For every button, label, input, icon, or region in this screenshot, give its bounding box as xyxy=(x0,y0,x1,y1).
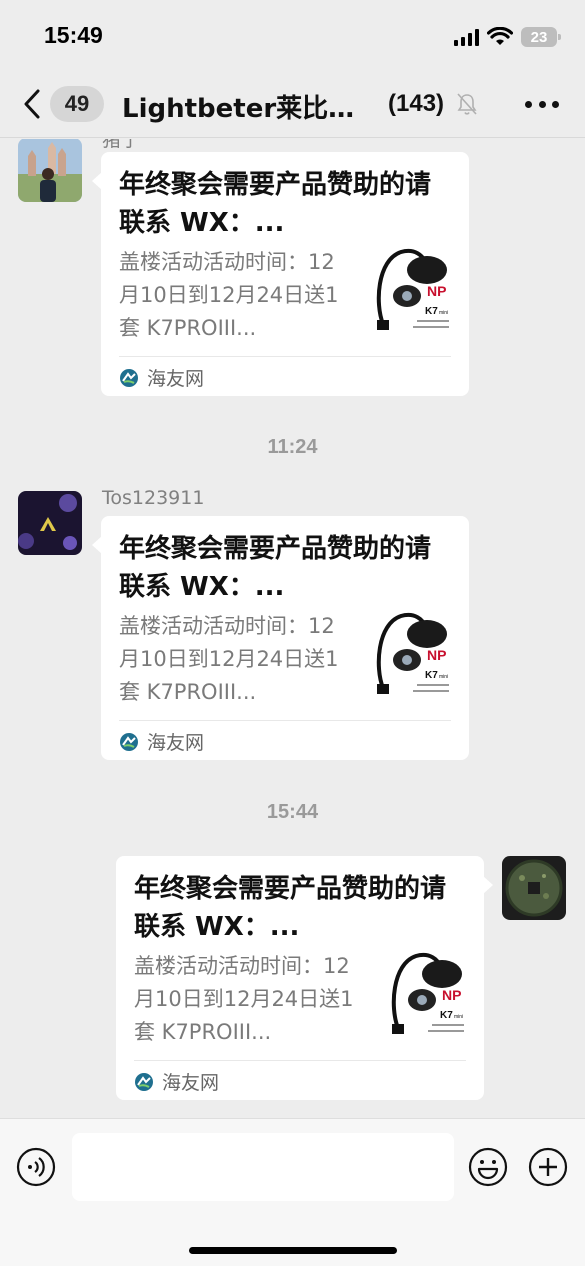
thumb-brand: K7 xyxy=(425,306,438,317)
card-description: 盖楼活动活动时间：12月10日到12月24日送1套 K7PROIII... xyxy=(119,250,339,340)
battery-icon: 23 xyxy=(521,27,561,47)
status-bar: 15:49 23 xyxy=(0,0,585,70)
avatar[interactable] xyxy=(18,491,82,555)
status-time: 15:49 xyxy=(44,22,103,48)
haiyou-logo-icon xyxy=(135,1072,153,1091)
card-description: 盖楼活动活动时间：12月10日到12月24日送1套 K7PROIII... xyxy=(119,614,339,704)
chat-title[interactable]: Lightbeter莱比… xyxy=(122,88,354,125)
link-card[interactable]: 年终聚会需要产品赞助的请联系 WX：... 盖楼活动活动时间：12月10日到12… xyxy=(92,516,469,760)
card-title: 年终聚会需要产品赞助的请联系 WX：... xyxy=(119,170,432,238)
thumb-brand: K7 xyxy=(425,670,438,681)
message-input[interactable] xyxy=(72,1133,454,1201)
chevron-left-icon xyxy=(24,89,40,119)
sender-name: 猪宁 xyxy=(102,139,141,151)
thumb-model: mini xyxy=(454,1014,463,1020)
member-count: (143) xyxy=(388,90,445,117)
product-lamp-thumbnail: NP K7 mini xyxy=(376,249,449,330)
input-bar xyxy=(0,1118,585,1266)
message-list[interactable]: 猪宁 年终聚会需要产品赞助的请联系 WX：... 盖楼活动活动时间：12月10日… xyxy=(0,139,585,1119)
voice-input-button[interactable] xyxy=(16,1147,56,1187)
card-title: 年终聚会需要产品赞助的请联系 WX：... xyxy=(119,534,432,602)
more-options-button[interactable] xyxy=(525,92,559,116)
svg-text:NP: NP xyxy=(427,647,446,663)
svg-text:NP: NP xyxy=(427,283,446,299)
mute-bell-icon xyxy=(457,93,477,115)
battery-level: 23 xyxy=(530,28,548,46)
source-name: 海友网 xyxy=(162,1072,220,1094)
card-source: 海友网 xyxy=(119,728,204,755)
thumb-model: mini xyxy=(439,674,448,680)
back-button[interactable]: 49 xyxy=(18,84,108,124)
link-card[interactable]: 年终聚会需要产品赞助的请联系 WX：... 盖楼活动活动时间：12月10日到12… xyxy=(116,856,493,1100)
avatar[interactable] xyxy=(18,139,82,202)
thumb-brand: K7 xyxy=(440,1010,453,1021)
unread-count-badge: 49 xyxy=(50,86,104,122)
sender-name: Tos123911 xyxy=(102,487,205,509)
card-source: 海友网 xyxy=(119,364,204,391)
plus-button[interactable] xyxy=(528,1147,568,1187)
status-indicators: 23 xyxy=(454,24,561,50)
haiyou-logo-icon xyxy=(120,368,138,387)
product-lamp-thumbnail: NP K7 mini xyxy=(376,613,449,694)
chat-header: 49 Lightbeter莱比… (143) xyxy=(0,70,585,138)
wifi-icon xyxy=(487,27,513,45)
timestamp: 11:24 xyxy=(267,436,318,458)
product-lamp-thumbnail: NP K7 mini xyxy=(391,953,464,1034)
card-title: 年终聚会需要产品赞助的请联系 WX：... xyxy=(134,874,447,942)
avatar[interactable] xyxy=(502,856,566,920)
emoji-button[interactable] xyxy=(468,1147,508,1187)
link-card[interactable]: 年终聚会需要产品赞助的请联系 WX：... 盖楼活动活动时间：12月10日到12… xyxy=(92,152,469,396)
haiyou-logo-icon xyxy=(120,732,138,751)
svg-text:NP: NP xyxy=(442,987,461,1003)
cellular-signal-icon xyxy=(454,28,479,46)
home-indicator[interactable] xyxy=(189,1247,397,1254)
source-name: 海友网 xyxy=(147,368,205,390)
card-description: 盖楼活动活动时间：12月10日到12月24日送1套 K7PROIII... xyxy=(134,954,354,1044)
source-name: 海友网 xyxy=(147,732,205,754)
timestamp: 15:44 xyxy=(266,801,319,823)
thumb-model: mini xyxy=(439,310,448,316)
card-source: 海友网 xyxy=(134,1068,219,1095)
